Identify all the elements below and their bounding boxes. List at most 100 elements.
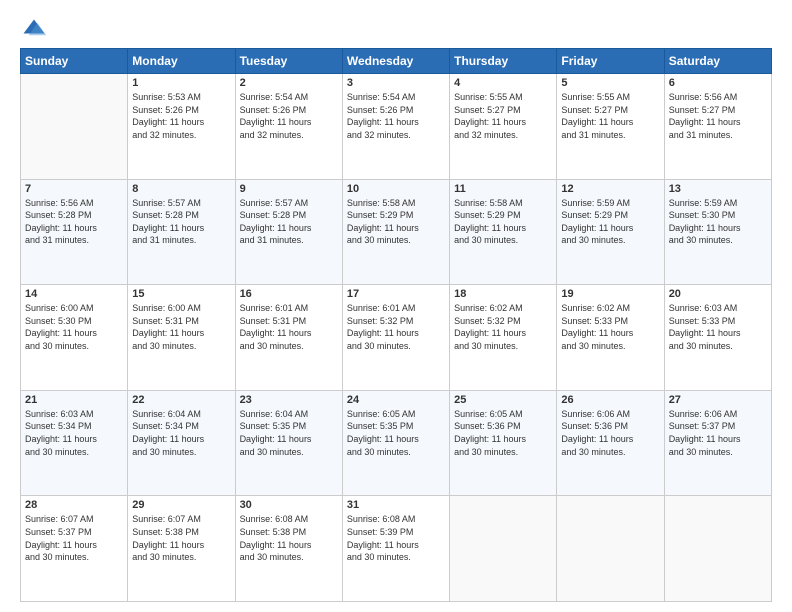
day-number: 4 [454, 77, 552, 89]
day-info: Sunrise: 5:55 AMSunset: 5:27 PMDaylight:… [561, 91, 659, 141]
calendar-cell: 21Sunrise: 6:03 AMSunset: 5:34 PMDayligh… [21, 390, 128, 496]
day-info: Sunrise: 6:03 AMSunset: 5:33 PMDaylight:… [669, 302, 767, 352]
day-info: Sunrise: 6:04 AMSunset: 5:34 PMDaylight:… [132, 408, 230, 458]
calendar-cell: 2 Sunrise: 5:54 AMSunset: 5:26 PMDaylight… [235, 74, 342, 180]
logo [20, 16, 52, 44]
day-info: Sunrise: 5:53 AMSunset: 5:26 PMDaylight:… [132, 91, 230, 141]
calendar-cell: 25 Sunrise: 6:05 AMSunset: 5:36 PMDayligh… [450, 390, 557, 496]
calendar-cell: 30 Sunrise: 6:08 AMSunset: 5:38 PMDayligh… [235, 496, 342, 602]
day-number: 5 [561, 77, 659, 89]
day-info: Sunrise: 6:05 AMSunset: 5:35 PMDaylight:… [347, 408, 445, 458]
day-info: Sunrise: 5:56 AMSunset: 5:28 PMDaylight:… [25, 197, 123, 247]
day-number: 27 [669, 394, 767, 406]
day-number: 16 [240, 288, 338, 300]
day-number: 17 [347, 288, 445, 300]
calendar-cell [450, 496, 557, 602]
day-number: 31 [347, 499, 445, 511]
day-info: Sunrise: 5:54 AMSunset: 5:26 PMDaylight:… [347, 91, 445, 141]
day-number: 22 [132, 394, 230, 406]
col-header-saturday: Saturday [664, 49, 771, 74]
calendar-cell: 20 Sunrise: 6:03 AMSunset: 5:33 PMDayligh… [664, 285, 771, 391]
day-number: 2 [240, 77, 338, 89]
day-number: 10 [347, 183, 445, 195]
calendar-cell: 22 Sunrise: 6:04 AMSunset: 5:34 PMDayligh… [128, 390, 235, 496]
day-info: Sunrise: 6:07 AMSunset: 5:38 PMDaylight:… [132, 513, 230, 563]
day-info: Sunrise: 6:06 AMSunset: 5:37 PMDaylight:… [669, 408, 767, 458]
day-number: 15 [132, 288, 230, 300]
day-info: Sunrise: 6:08 AMSunset: 5:38 PMDaylight:… [240, 513, 338, 563]
calendar-cell: 23Sunrise: 6:04 AMSunset: 5:35 PMDayligh… [235, 390, 342, 496]
day-info: Sunrise: 5:57 AMSunset: 5:28 PMDaylight:… [132, 197, 230, 247]
col-header-wednesday: Wednesday [342, 49, 449, 74]
day-number: 14 [25, 288, 123, 300]
day-info: Sunrise: 6:01 AMSunset: 5:32 PMDaylight:… [347, 302, 445, 352]
day-info: Sunrise: 5:58 AMSunset: 5:29 PMDaylight:… [454, 197, 552, 247]
calendar-cell [664, 496, 771, 602]
calendar-cell: 29 Sunrise: 6:07 AMSunset: 5:38 PMDayligh… [128, 496, 235, 602]
calendar-cell: 14 Sunrise: 6:00 AMSunset: 5:30 PMDayligh… [21, 285, 128, 391]
header [20, 16, 772, 44]
day-info: Sunrise: 6:03 AMSunset: 5:34 PMDaylight:… [25, 408, 123, 458]
day-info: Sunrise: 5:58 AMSunset: 5:29 PMDaylight:… [347, 197, 445, 247]
day-number: 1 [132, 77, 230, 89]
day-info: Sunrise: 5:54 AMSunset: 5:26 PMDaylight:… [240, 91, 338, 141]
day-info: Sunrise: 6:00 AMSunset: 5:31 PMDaylight:… [132, 302, 230, 352]
day-number: 30 [240, 499, 338, 511]
calendar-week-row: 14 Sunrise: 6:00 AMSunset: 5:30 PMDayligh… [21, 285, 772, 391]
calendar: SundayMondayTuesdayWednesdayThursdayFrid… [20, 48, 772, 602]
calendar-cell: 31 Sunrise: 6:08 AMSunset: 5:39 PMDayligh… [342, 496, 449, 602]
calendar-week-row: 21Sunrise: 6:03 AMSunset: 5:34 PMDayligh… [21, 390, 772, 496]
calendar-cell: 24 Sunrise: 6:05 AMSunset: 5:35 PMDayligh… [342, 390, 449, 496]
calendar-cell: 15 Sunrise: 6:00 AMSunset: 5:31 PMDayligh… [128, 285, 235, 391]
day-number: 28 [25, 499, 123, 511]
day-number: 12 [561, 183, 659, 195]
day-info: Sunrise: 6:07 AMSunset: 5:37 PMDaylight:… [25, 513, 123, 563]
calendar-cell: 9 Sunrise: 5:57 AMSunset: 5:28 PMDaylight… [235, 179, 342, 285]
calendar-week-row: 1 Sunrise: 5:53 AMSunset: 5:26 PMDaylight… [21, 74, 772, 180]
day-number: 11 [454, 183, 552, 195]
day-info: Sunrise: 6:08 AMSunset: 5:39 PMDaylight:… [347, 513, 445, 563]
day-info: Sunrise: 6:02 AMSunset: 5:33 PMDaylight:… [561, 302, 659, 352]
day-number: 6 [669, 77, 767, 89]
day-info: Sunrise: 6:00 AMSunset: 5:30 PMDaylight:… [25, 302, 123, 352]
day-number: 20 [669, 288, 767, 300]
calendar-cell: 6 Sunrise: 5:56 AMSunset: 5:27 PMDaylight… [664, 74, 771, 180]
col-header-monday: Monday [128, 49, 235, 74]
calendar-cell: 18Sunrise: 6:02 AMSunset: 5:32 PMDayligh… [450, 285, 557, 391]
day-info: Sunrise: 6:05 AMSunset: 5:36 PMDaylight:… [454, 408, 552, 458]
day-number: 9 [240, 183, 338, 195]
day-info: Sunrise: 6:06 AMSunset: 5:36 PMDaylight:… [561, 408, 659, 458]
page: SundayMondayTuesdayWednesdayThursdayFrid… [0, 0, 792, 612]
day-info: Sunrise: 5:59 AMSunset: 5:29 PMDaylight:… [561, 197, 659, 247]
calendar-cell: 8Sunrise: 5:57 AMSunset: 5:28 PMDaylight… [128, 179, 235, 285]
calendar-cell: 10 Sunrise: 5:58 AMSunset: 5:29 PMDayligh… [342, 179, 449, 285]
calendar-cell: 7Sunrise: 5:56 AMSunset: 5:28 PMDaylight… [21, 179, 128, 285]
day-number: 13 [669, 183, 767, 195]
calendar-cell: 12 Sunrise: 5:59 AMSunset: 5:29 PMDayligh… [557, 179, 664, 285]
calendar-week-row: 28 Sunrise: 6:07 AMSunset: 5:37 PMDayligh… [21, 496, 772, 602]
calendar-cell: 11 Sunrise: 5:58 AMSunset: 5:29 PMDayligh… [450, 179, 557, 285]
calendar-cell: 28 Sunrise: 6:07 AMSunset: 5:37 PMDayligh… [21, 496, 128, 602]
day-info: Sunrise: 5:56 AMSunset: 5:27 PMDaylight:… [669, 91, 767, 141]
day-number: 24 [347, 394, 445, 406]
calendar-cell: 1 Sunrise: 5:53 AMSunset: 5:26 PMDaylight… [128, 74, 235, 180]
day-info: Sunrise: 5:55 AMSunset: 5:27 PMDaylight:… [454, 91, 552, 141]
calendar-cell [21, 74, 128, 180]
calendar-header-row: SundayMondayTuesdayWednesdayThursdayFrid… [21, 49, 772, 74]
day-info: Sunrise: 6:04 AMSunset: 5:35 PMDaylight:… [240, 408, 338, 458]
col-header-thursday: Thursday [450, 49, 557, 74]
day-number: 29 [132, 499, 230, 511]
calendar-cell: 4 Sunrise: 5:55 AMSunset: 5:27 PMDaylight… [450, 74, 557, 180]
calendar-cell [557, 496, 664, 602]
col-header-sunday: Sunday [21, 49, 128, 74]
day-number: 3 [347, 77, 445, 89]
day-info: Sunrise: 5:57 AMSunset: 5:28 PMDaylight:… [240, 197, 338, 247]
logo-icon [20, 16, 48, 44]
day-number: 25 [454, 394, 552, 406]
col-header-friday: Friday [557, 49, 664, 74]
calendar-week-row: 7Sunrise: 5:56 AMSunset: 5:28 PMDaylight… [21, 179, 772, 285]
day-info: Sunrise: 5:59 AMSunset: 5:30 PMDaylight:… [669, 197, 767, 247]
calendar-cell: 19Sunrise: 6:02 AMSunset: 5:33 PMDayligh… [557, 285, 664, 391]
calendar-cell: 5 Sunrise: 5:55 AMSunset: 5:27 PMDaylight… [557, 74, 664, 180]
day-info: Sunrise: 6:01 AMSunset: 5:31 PMDaylight:… [240, 302, 338, 352]
